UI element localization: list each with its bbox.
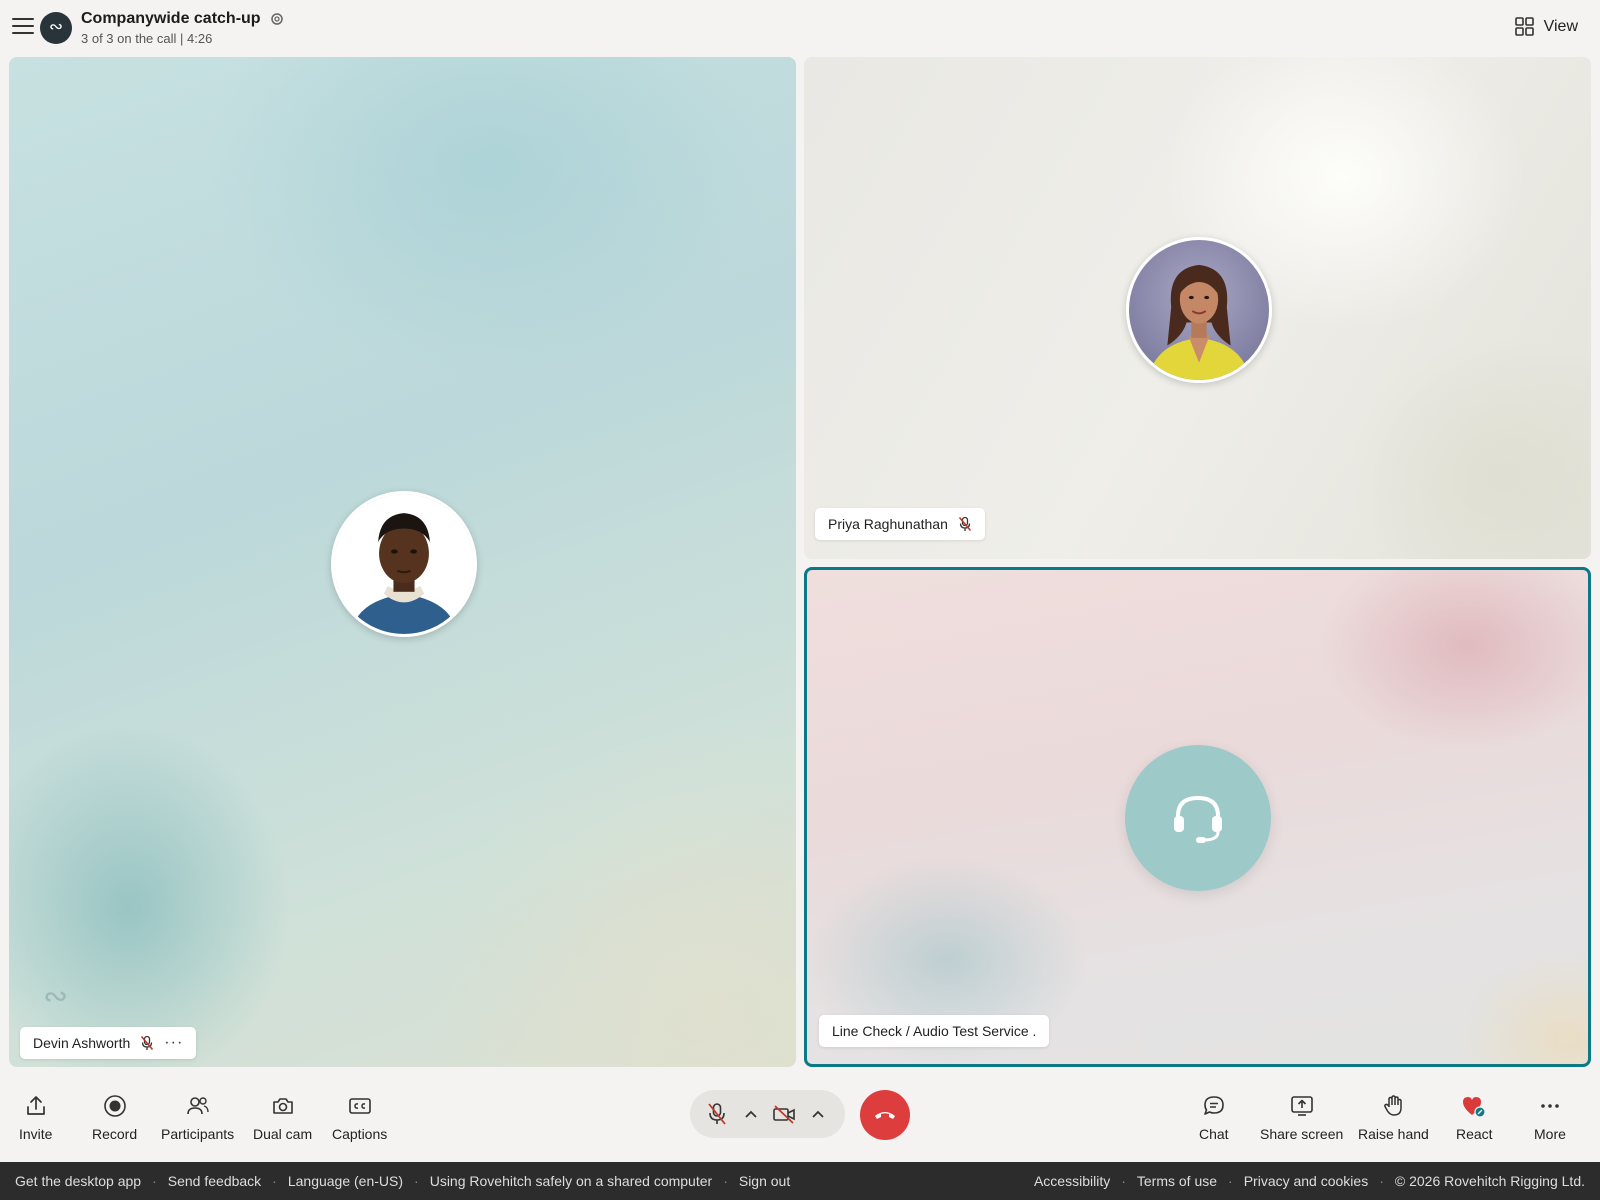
chat-button[interactable]: Chat (1199, 1094, 1229, 1142)
mic-muted-icon (958, 516, 971, 532)
chat-icon (1203, 1096, 1224, 1115)
participants-label: Participants (161, 1126, 235, 1142)
footer-link-accessibility[interactable]: Accessibility (1034, 1173, 1110, 1189)
av-controls (690, 1090, 845, 1138)
mic-muted-icon (708, 1103, 726, 1125)
footer-copyright: © 2026 Rovehitch Rigging Ltd. (1394, 1173, 1585, 1189)
grid-view-icon (1514, 17, 1534, 36)
people-icon (186, 1097, 209, 1115)
avatar-devin (331, 491, 477, 637)
footer-link-language[interactable]: Language (en-US) (288, 1173, 403, 1189)
dual-cam-button[interactable]: Dual cam (253, 1094, 312, 1142)
footer-link-desktop-app[interactable]: Get the desktop app (15, 1173, 141, 1189)
avatar-priya (1126, 237, 1272, 383)
hamburger-menu-icon[interactable] (12, 18, 34, 38)
heart-icon (1463, 1097, 1486, 1118)
phone-hangup-icon (875, 1112, 895, 1119)
participant-tile-line-check[interactable]: Line Check / Audio Test Service . (804, 567, 1591, 1067)
footer-separator: · (152, 1173, 157, 1189)
footer-link-sign-out[interactable]: Sign out (739, 1173, 790, 1189)
footer-separator: · (414, 1173, 419, 1189)
record-label: Record (92, 1126, 138, 1142)
chat-label: Chat (1199, 1126, 1229, 1142)
footer-separator: · (272, 1173, 277, 1189)
share-screen-icon (1290, 1096, 1313, 1116)
meeting-status: 3 of 3 on the call | 4:26 (81, 31, 213, 46)
camera-off-icon (773, 1105, 796, 1124)
name-tag-priya: Priya Raghunathan (815, 508, 985, 540)
footer-separator: · (1121, 1173, 1126, 1189)
raise-hand-button[interactable]: Raise hand (1358, 1094, 1429, 1142)
dual-cam-label: Dual cam (253, 1126, 313, 1142)
record-icon (103, 1095, 126, 1117)
raise-hand-label: Raise hand (1358, 1126, 1429, 1142)
meeting-title: Companywide catch-up (81, 10, 261, 27)
meeting-header: ∾ Companywide catch-up 3 of 3 on the cal… (0, 0, 1600, 56)
page-footer: Get the desktop app · Send feedback · La… (0, 1162, 1600, 1200)
participant-name: Devin Ashworth (33, 1035, 131, 1051)
footer-link-send-feedback[interactable]: Send feedback (168, 1173, 261, 1189)
hang-up-button[interactable] (860, 1090, 910, 1140)
footer-link-terms[interactable]: Terms of use (1137, 1173, 1217, 1189)
share-screen-label: Share screen (1260, 1126, 1344, 1142)
share-screen-button[interactable]: Share screen (1260, 1094, 1343, 1142)
footer-link-shared-computer[interactable]: Using Rovehitch safely on a shared compu… (430, 1173, 712, 1189)
react-label: React (1456, 1126, 1493, 1142)
chevron-up-icon (812, 1110, 824, 1118)
more-button[interactable]: More (1534, 1094, 1566, 1142)
captions-icon (348, 1098, 371, 1114)
avatar-line-check (1125, 745, 1271, 891)
mic-muted-icon (141, 1035, 154, 1051)
more-icon (1541, 1104, 1559, 1108)
camera-toggle-button[interactable] (772, 1102, 796, 1126)
mic-options-button[interactable] (739, 1102, 763, 1126)
record-button[interactable]: Record (92, 1094, 137, 1142)
footer-separator: · (1379, 1173, 1384, 1189)
app-logo: ∾ (40, 12, 72, 44)
settings-gear-icon[interactable] (269, 11, 285, 27)
footer-separator: · (1228, 1173, 1233, 1189)
footer-link-privacy[interactable]: Privacy and cookies (1244, 1173, 1369, 1189)
camera-options-button[interactable] (806, 1102, 830, 1126)
more-label: More (1534, 1126, 1566, 1142)
chevron-up-icon (745, 1110, 757, 1118)
mic-toggle-button[interactable] (705, 1102, 729, 1126)
call-toolbar: Invite Record Participants Dual cam Capt… (0, 1072, 1600, 1162)
headset-icon (1174, 795, 1222, 843)
share-icon (26, 1096, 45, 1115)
watermark-logo: ∾ (43, 980, 69, 1013)
footer-separator: · (723, 1173, 728, 1189)
participant-more-options-icon[interactable]: ··· (164, 1035, 183, 1051)
participant-name: Line Check / Audio Test Service . (832, 1023, 1037, 1039)
participant-tile-devin[interactable]: ∾ Devin Ashworth ··· (9, 57, 796, 1067)
participants-button[interactable]: Participants (161, 1094, 234, 1142)
view-label: View (1543, 17, 1578, 35)
name-tag-line-check: Line Check / Audio Test Service . (819, 1015, 1050, 1047)
react-button[interactable]: React (1456, 1094, 1493, 1142)
invite-button[interactable]: Invite (19, 1094, 52, 1142)
hand-icon (1384, 1095, 1403, 1116)
view-button[interactable]: View (1514, 17, 1578, 36)
participant-name: Priya Raghunathan (828, 516, 948, 532)
camera-icon (272, 1098, 293, 1114)
name-tag-devin: Devin Ashworth ··· (20, 1027, 197, 1059)
captions-label: Captions (332, 1126, 388, 1142)
captions-button[interactable]: Captions (332, 1094, 387, 1142)
invite-label: Invite (19, 1126, 53, 1142)
participant-tile-priya[interactable]: Priya Raghunathan (804, 57, 1591, 559)
